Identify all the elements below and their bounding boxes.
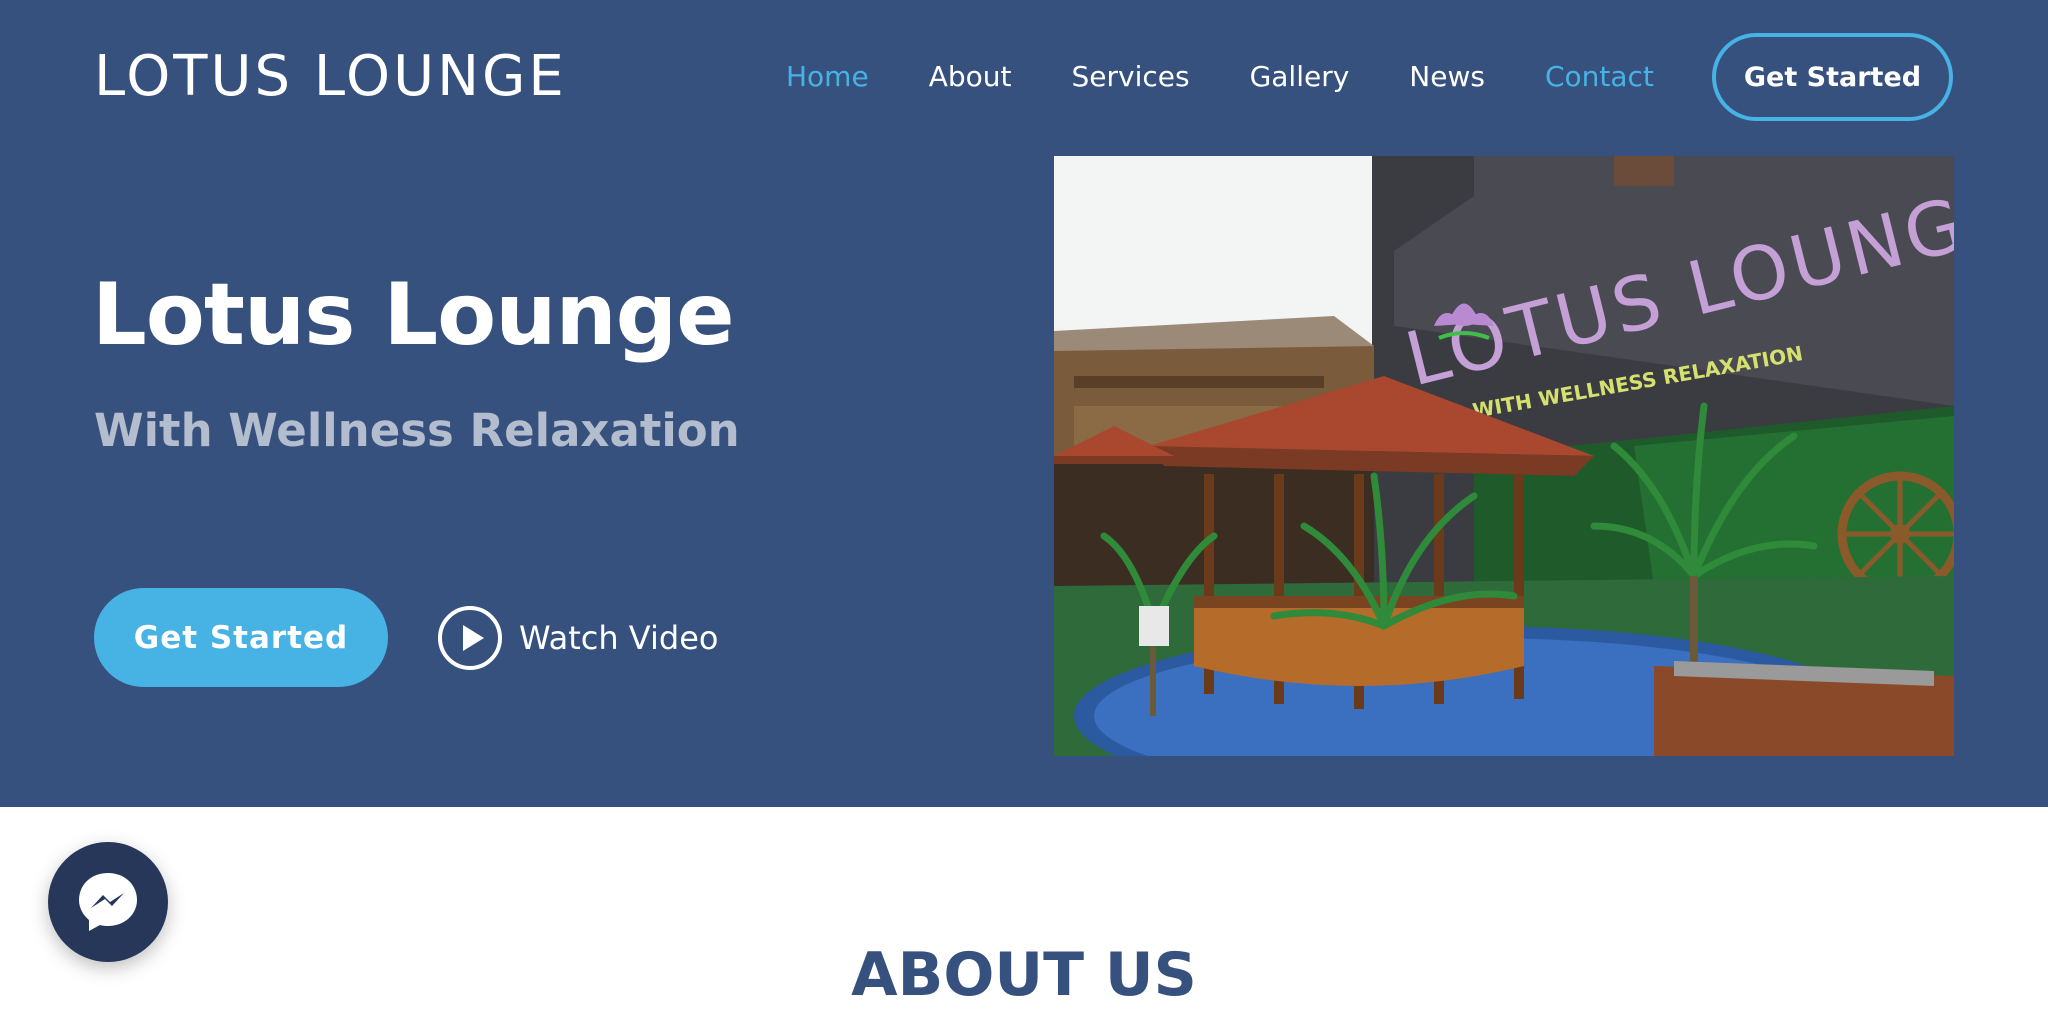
hero-get-started-button[interactable]: Get Started [94,588,388,687]
play-circle-icon [438,606,502,670]
nav-item-gallery[interactable]: Gallery [1250,54,1350,100]
hero-image: LOTUS LOUNGE WITH WELLNESS RELAXATION [1054,156,1954,756]
hero-subtitle: With Wellness Relaxation [94,404,740,457]
hero-title: Lotus Lounge [92,265,735,365]
watch-video-link[interactable]: Watch Video [437,604,718,672]
messenger-icon [79,873,137,931]
lounge-photo: LOTUS LOUNGE WITH WELLNESS RELAXATION [1054,156,1954,756]
site-logo[interactable]: LOTUS LOUNGE [94,44,567,110]
watch-video-label: Watch Video [519,619,719,657]
header-get-started-button[interactable]: Get Started [1712,33,1953,121]
main-nav: Home About Services Gallery News Contact [763,54,1684,100]
messenger-chat-button[interactable] [48,842,168,962]
nav-item-contact[interactable]: Contact [1545,54,1654,100]
hero-section: LOTUS LOUNGE Home About Services Gallery… [0,0,2048,807]
nav-item-home[interactable]: Home [786,54,869,100]
nav-item-news[interactable]: News [1409,54,1485,100]
nav-item-about[interactable]: About [929,54,1012,100]
about-section-title: ABOUT US [851,940,1197,1010]
nav-item-services[interactable]: Services [1071,54,1189,100]
